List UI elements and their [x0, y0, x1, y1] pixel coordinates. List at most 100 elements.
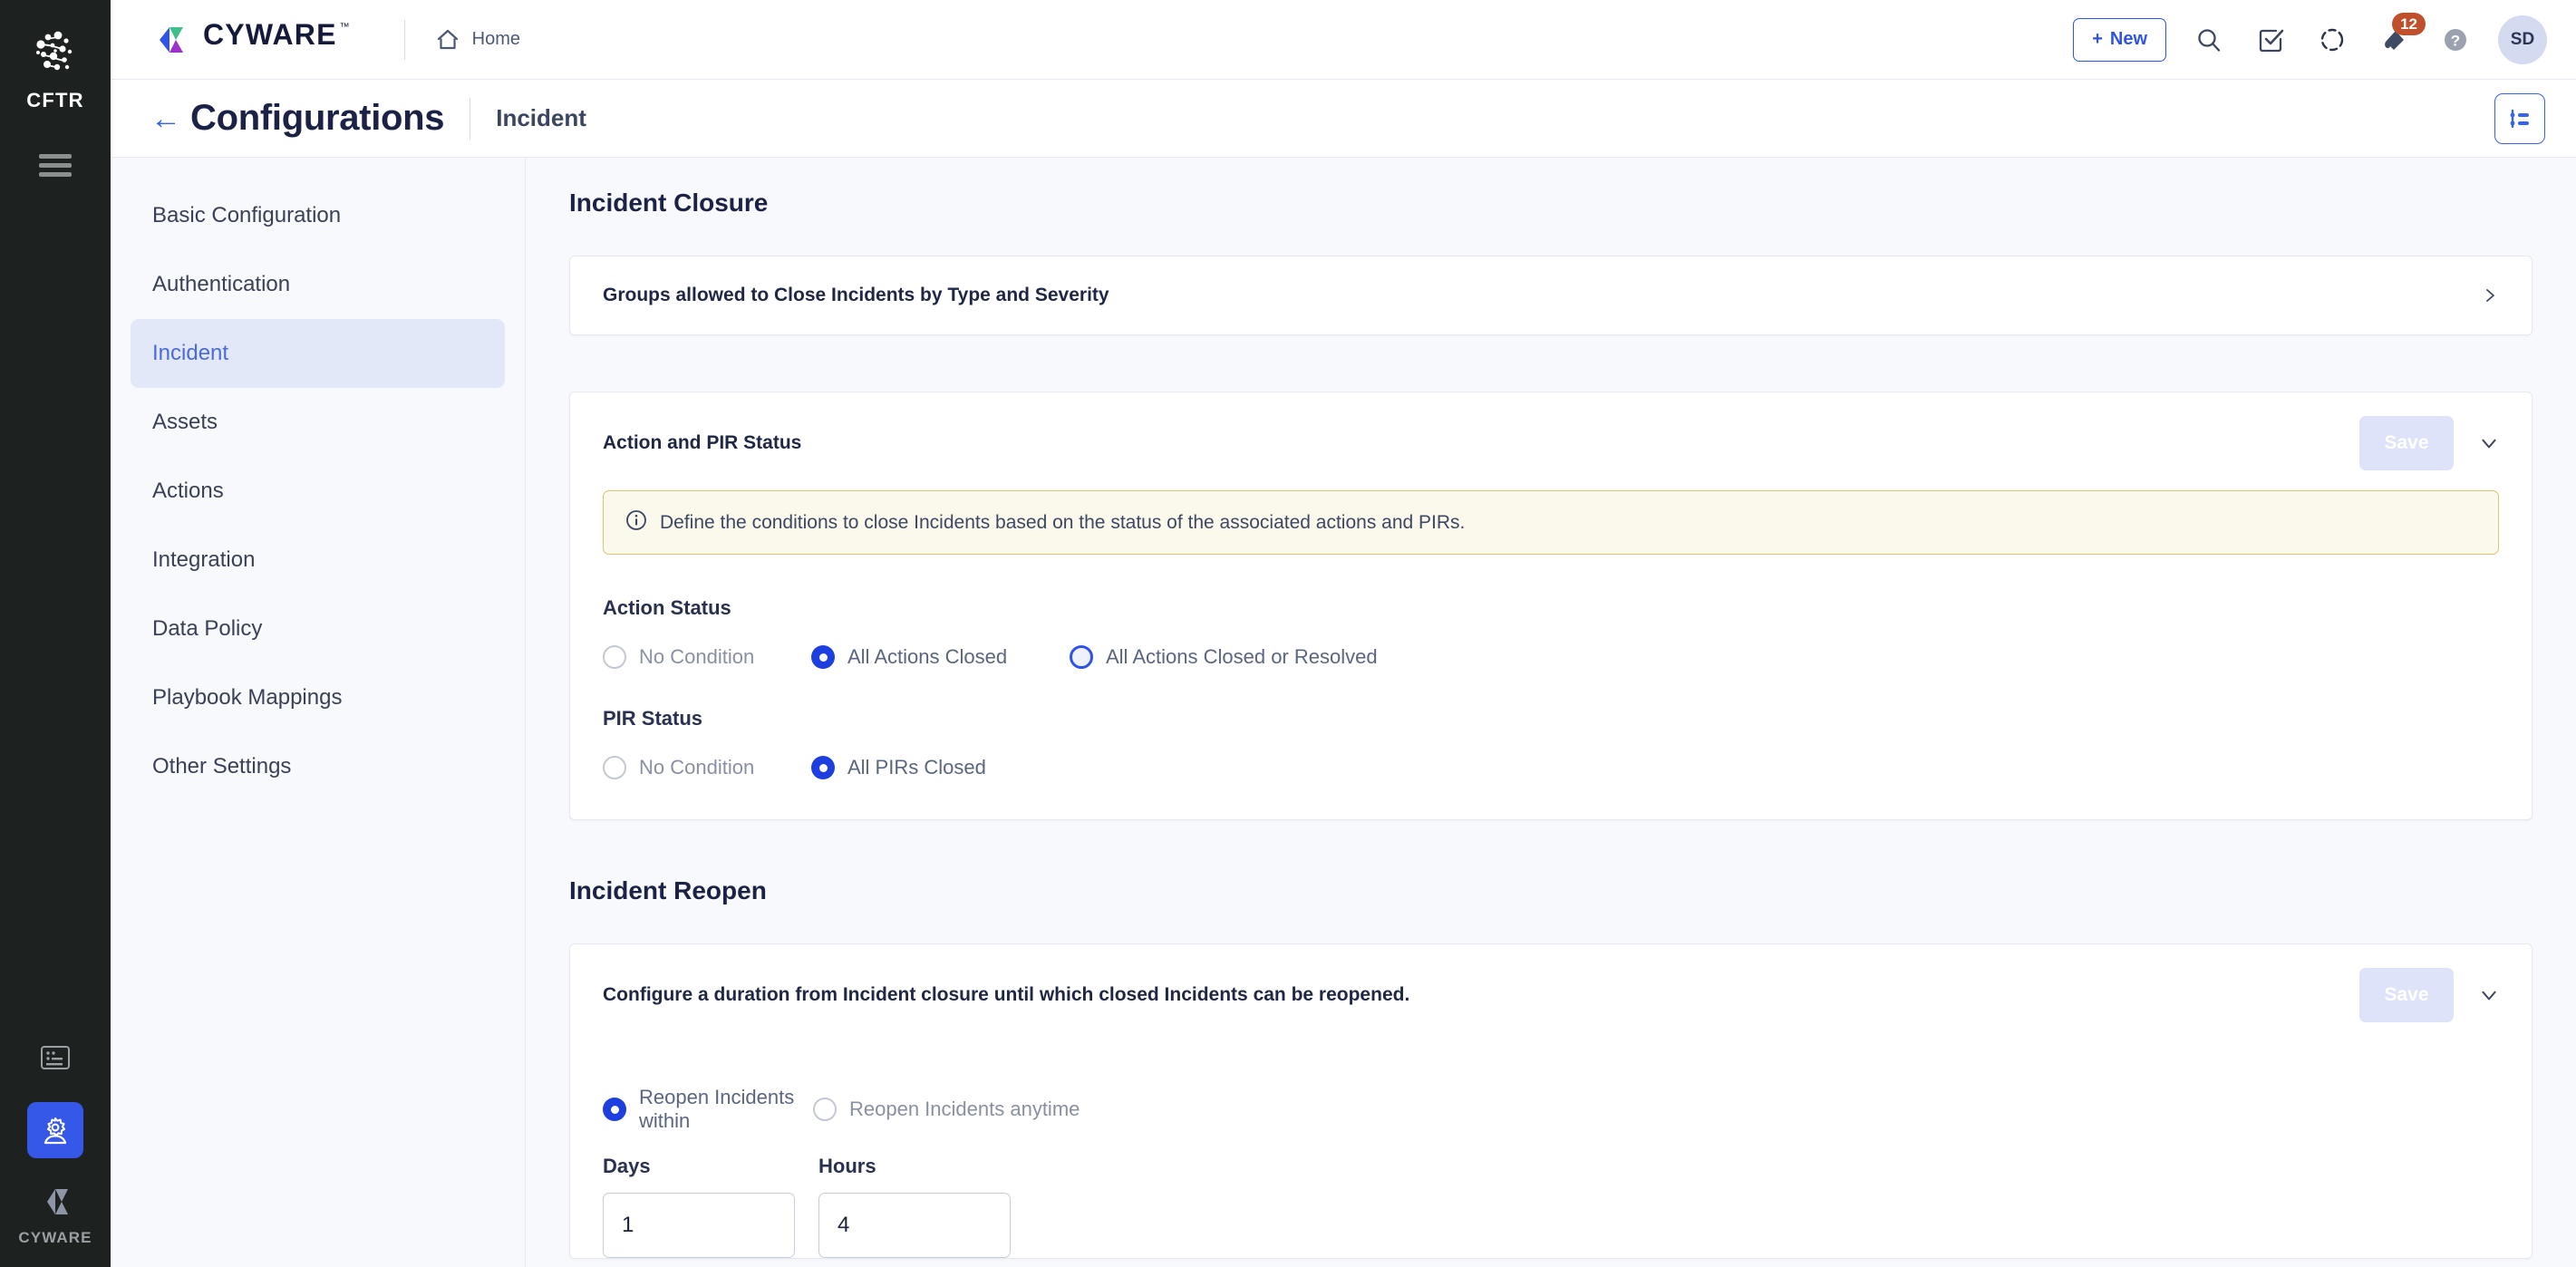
hamburger-menu-icon[interactable]	[39, 154, 72, 177]
topbar-actions: + New	[2073, 15, 2547, 64]
top-navigation-bar: CYWARE ™ Home + New	[111, 0, 2576, 80]
sidebar-item-playbook-mappings[interactable]: Playbook Mappings	[131, 663, 505, 732]
days-field-group: Days	[603, 1155, 795, 1258]
cyware-logo-text: CYWARE	[203, 20, 337, 49]
chevron-down-icon[interactable]	[2479, 985, 2499, 1005]
radio-reopen-anytime[interactable]: Reopen Incidents anytime	[813, 1098, 1080, 1121]
radio-action-all-closed[interactable]: All Actions Closed	[811, 645, 1070, 669]
sidebar-item-other-settings[interactable]: Other Settings	[131, 732, 505, 801]
radio-circle-icon	[603, 756, 626, 779]
sidebar-item-label: Playbook Mappings	[152, 685, 342, 711]
home-icon	[436, 28, 460, 52]
topbar-divider	[404, 20, 405, 60]
radio-circle-icon	[813, 1098, 837, 1121]
help-question-icon[interactable]: ?	[2436, 21, 2474, 59]
pir-status-radio-group: No Condition All PIRs Closed	[570, 730, 2532, 819]
card-groups-row[interactable]: Groups allowed to Close Incidents by Typ…	[570, 256, 2532, 334]
sidebar-item-integration[interactable]: Integration	[131, 526, 505, 595]
notifications-bell-icon[interactable]: 12	[2375, 21, 2413, 59]
hours-field-group: Hours	[818, 1155, 1011, 1258]
sidebar-item-basic-configuration[interactable]: Basic Configuration	[131, 181, 505, 250]
sidebar-item-label: Actions	[152, 479, 224, 504]
chevron-right-icon[interactable]	[2481, 286, 2499, 305]
left-rail: CFTR C	[0, 0, 111, 1267]
card-groups-title: Groups allowed to Close Incidents by Typ…	[603, 285, 1109, 306]
sidebar-item-label: Other Settings	[152, 754, 291, 779]
days-label: Days	[603, 1155, 795, 1178]
radio-focus-icon	[1070, 645, 1093, 669]
back-arrow-icon[interactable]: ←	[150, 103, 181, 134]
cyware-logo-icon	[152, 20, 192, 60]
radio-selected-icon	[811, 756, 835, 779]
rail-footer: CYWARE	[18, 1182, 92, 1247]
app-root: CFTR C	[0, 0, 2576, 1267]
rail-brand-label: CFTR	[26, 89, 83, 112]
hours-label: Hours	[818, 1155, 1011, 1178]
notification-badge-count: 12	[2392, 13, 2426, 35]
cyware-mark-icon	[35, 1182, 75, 1222]
sidebar-item-actions[interactable]: Actions	[131, 457, 505, 526]
radio-pir-all-closed[interactable]: All PIRs Closed	[811, 756, 986, 779]
trademark-symbol: ™	[340, 22, 350, 33]
sidebar-item-data-policy[interactable]: Data Policy	[131, 595, 505, 663]
save-button[interactable]: Save	[2359, 416, 2454, 470]
page-subtitle: Incident	[496, 104, 586, 132]
radio-circle-icon	[603, 645, 626, 669]
info-circle-icon	[625, 509, 647, 536]
radio-action-all-closed-or-resolved[interactable]: All Actions Closed or Resolved	[1070, 645, 1378, 669]
radio-label: No Condition	[639, 645, 754, 669]
chevron-down-icon[interactable]	[2479, 433, 2499, 453]
card-action-pir-header: Action and PIR Status Save	[570, 392, 2532, 490]
avatar-initials: SD	[2511, 30, 2534, 50]
action-status-radio-group: No Condition All Actions Closed All Acti…	[570, 620, 2532, 676]
sidebar-item-label: Integration	[152, 547, 255, 573]
radio-reopen-within[interactable]: Reopen Incidents within	[603, 1086, 813, 1133]
breadcrumb-home-label: Home	[472, 29, 520, 50]
list-settings-icon[interactable]	[2494, 93, 2545, 144]
card-action-and-pir-status: Action and PIR Status Save	[569, 392, 2532, 820]
breadcrumb-home[interactable]: Home	[436, 28, 520, 52]
section-title-incident-closure: Incident Closure	[569, 189, 2532, 218]
duration-inputs: Days Hours	[570, 1133, 2532, 1258]
plus-icon: +	[2092, 29, 2103, 50]
rail-footer-label: CYWARE	[18, 1229, 92, 1247]
save-button[interactable]: Save	[2359, 968, 2454, 1022]
user-settings-icon[interactable]	[27, 1102, 83, 1158]
tasks-checkbox-icon[interactable]	[2252, 21, 2290, 59]
network-dots-logo-icon	[30, 27, 81, 78]
section-title-incident-reopen: Incident Reopen	[569, 876, 2532, 905]
card-reopen-header: Configure a duration from Incident closu…	[570, 944, 2532, 1042]
reopen-radio-group: Reopen Incidents within Reopen Incidents…	[570, 1042, 2532, 1133]
sidebar-item-authentication[interactable]: Authentication	[131, 250, 505, 319]
page-header-actions	[2494, 93, 2545, 144]
radio-selected-icon	[811, 645, 835, 669]
new-button-label: New	[2110, 29, 2147, 50]
radio-action-no-condition[interactable]: No Condition	[603, 645, 811, 669]
card-incident-reopen: Configure a duration from Incident closu…	[569, 943, 2532, 1259]
settings-sidebar: Basic Configuration Authentication Incid…	[111, 158, 526, 1267]
search-icon[interactable]	[2190, 21, 2228, 59]
sidebar-item-label: Data Policy	[152, 616, 262, 642]
settings-content: Incident Closure Groups allowed to Close…	[526, 158, 2576, 1267]
radio-label: Reopen Incidents within	[639, 1086, 813, 1133]
card-action-pir-title: Action and PIR Status	[603, 432, 801, 454]
sidebar-item-assets[interactable]: Assets	[131, 388, 505, 457]
page-body: Basic Configuration Authentication Incid…	[111, 158, 2576, 1267]
sidebar-item-label: Assets	[152, 410, 218, 435]
sidebar-item-incident[interactable]: Incident	[131, 319, 505, 388]
cyware-logo[interactable]: CYWARE ™	[152, 20, 350, 60]
radio-label: All Actions Closed	[847, 645, 1007, 669]
radio-selected-icon	[603, 1098, 626, 1121]
days-input[interactable]	[603, 1193, 795, 1258]
page-title: Configurations	[190, 98, 444, 139]
hours-input[interactable]	[818, 1193, 1011, 1258]
new-button[interactable]: + New	[2073, 18, 2166, 62]
loading-dashed-circle-icon[interactable]	[2313, 21, 2351, 59]
radio-label: Reopen Incidents anytime	[849, 1098, 1080, 1121]
avatar[interactable]: SD	[2498, 15, 2547, 64]
dashboard-terminal-icon[interactable]	[34, 1037, 76, 1078]
card-reopen-title: Configure a duration from Incident closu…	[603, 984, 1409, 1006]
radio-pir-no-condition[interactable]: No Condition	[603, 756, 811, 779]
action-status-label: Action Status	[570, 566, 2532, 620]
card-groups-allowed-to-close[interactable]: Groups allowed to Close Incidents by Typ…	[569, 256, 2532, 335]
